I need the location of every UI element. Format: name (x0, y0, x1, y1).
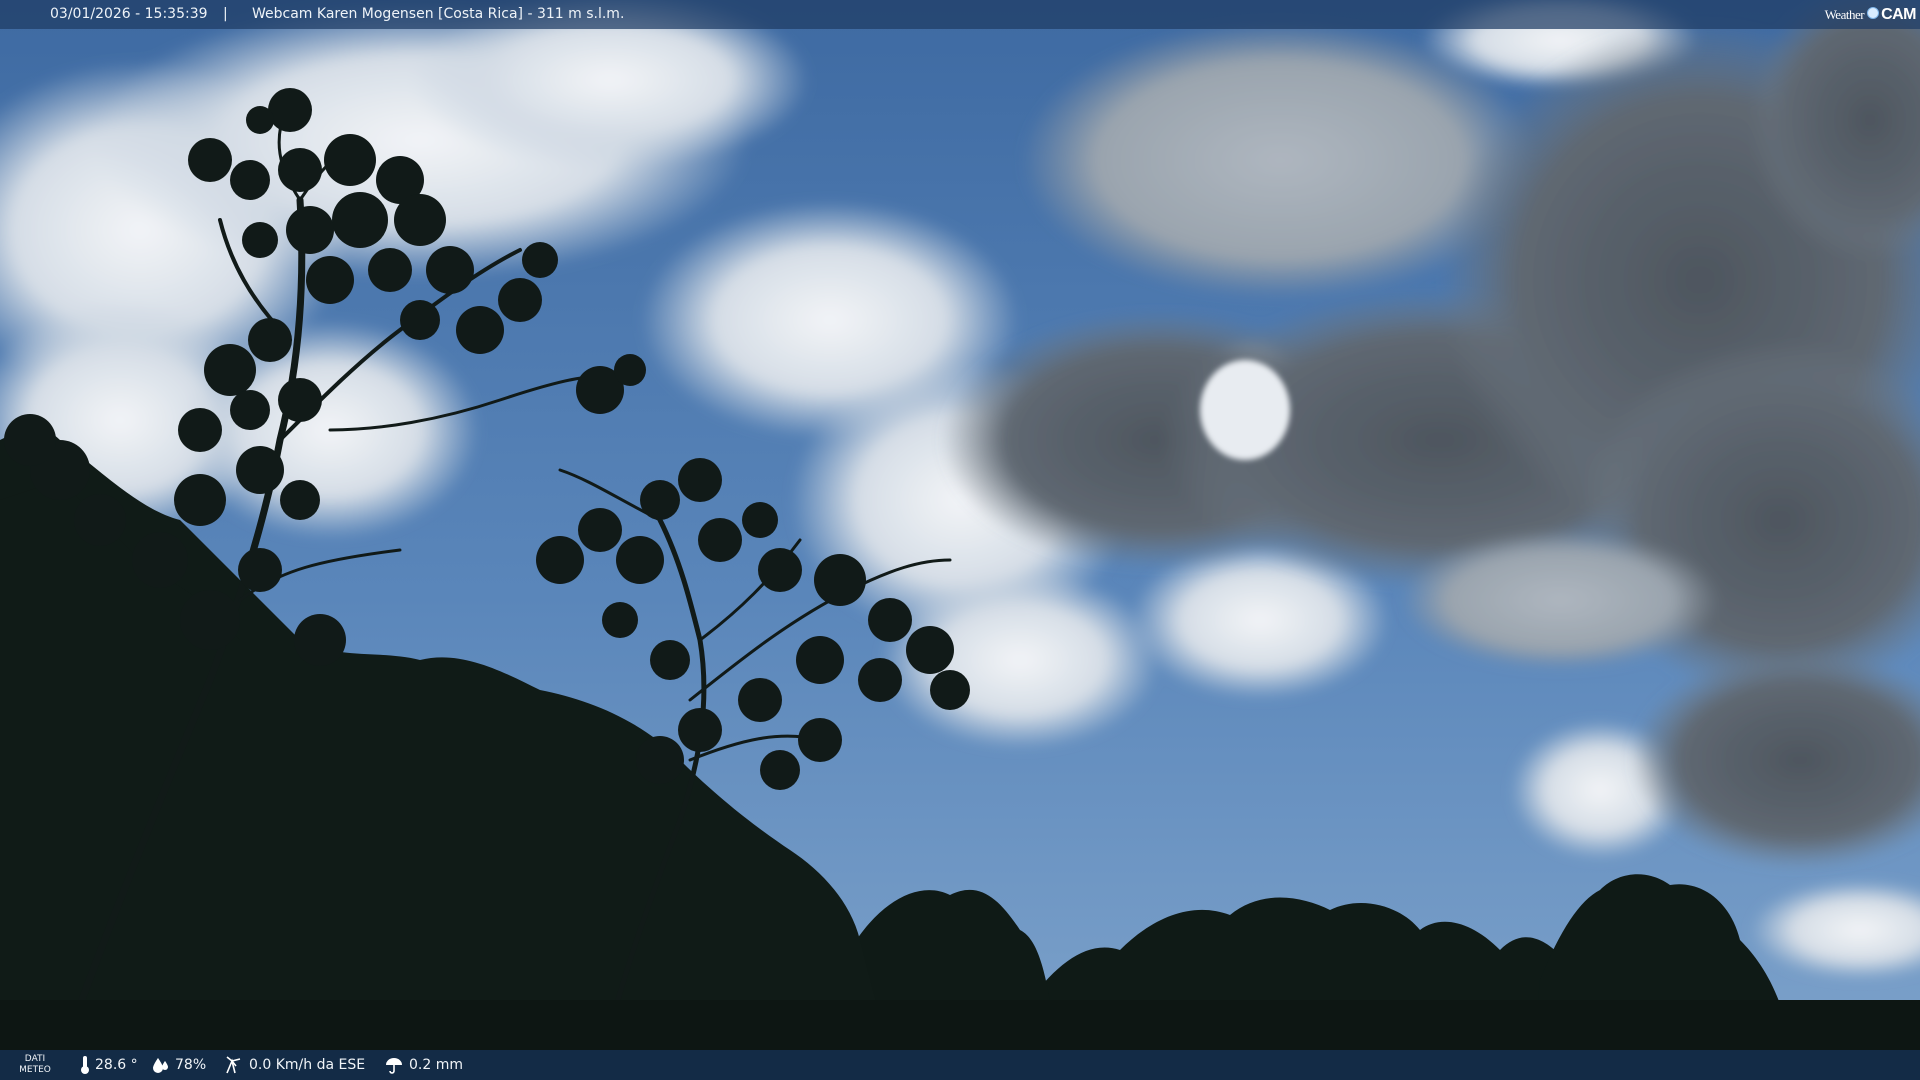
timestamp: 03/01/2026 - 15:35:39 (50, 6, 208, 22)
weather-label: DATI METEO (18, 1054, 52, 1076)
wind-stat: 0.0 Km/h da ESE (224, 1050, 365, 1080)
webcam-frame: 03/01/2026 - 15:35:39 | Webcam Karen Mog… (0, 0, 1920, 1080)
brand-logo: Weather CAM (1824, 0, 1917, 29)
humidity-stat: 78% (152, 1050, 206, 1080)
rain-stat: 0.2 mm (384, 1050, 463, 1080)
weather-data-bar: DATI METEO 28.6 ° 78% 0.0 Km/h da ESE 0.… (0, 1050, 1920, 1080)
top-info-bar: 03/01/2026 - 15:35:39 | Webcam Karen Mog… (0, 0, 1920, 29)
weather-label-line1: DATI (24, 1054, 46, 1064)
rain-value: 0.2 mm (409, 1057, 463, 1073)
brand-weather: Weather (1824, 7, 1865, 22)
weather-label-line2: METEO (19, 1065, 51, 1075)
brand-dot-icon (1867, 7, 1880, 19)
temperature-stat: 28.6 ° (80, 1050, 138, 1080)
webcam-title: Webcam Karen Mogensen [Costa Rica] - 311… (252, 6, 625, 22)
humidity-value: 78% (175, 1057, 207, 1073)
webcam-image (0, 0, 1920, 1080)
wind-value: 0.0 Km/h da ESE (249, 1057, 366, 1073)
rain-icon (386, 1058, 402, 1074)
brand-cam: CAM (1881, 6, 1916, 23)
title-separator: | (223, 6, 228, 22)
humidity-icon (153, 1058, 168, 1073)
thermometer-icon (81, 1056, 89, 1074)
wind-icon (226, 1056, 241, 1074)
temperature-value: 28.6 ° (95, 1057, 138, 1073)
